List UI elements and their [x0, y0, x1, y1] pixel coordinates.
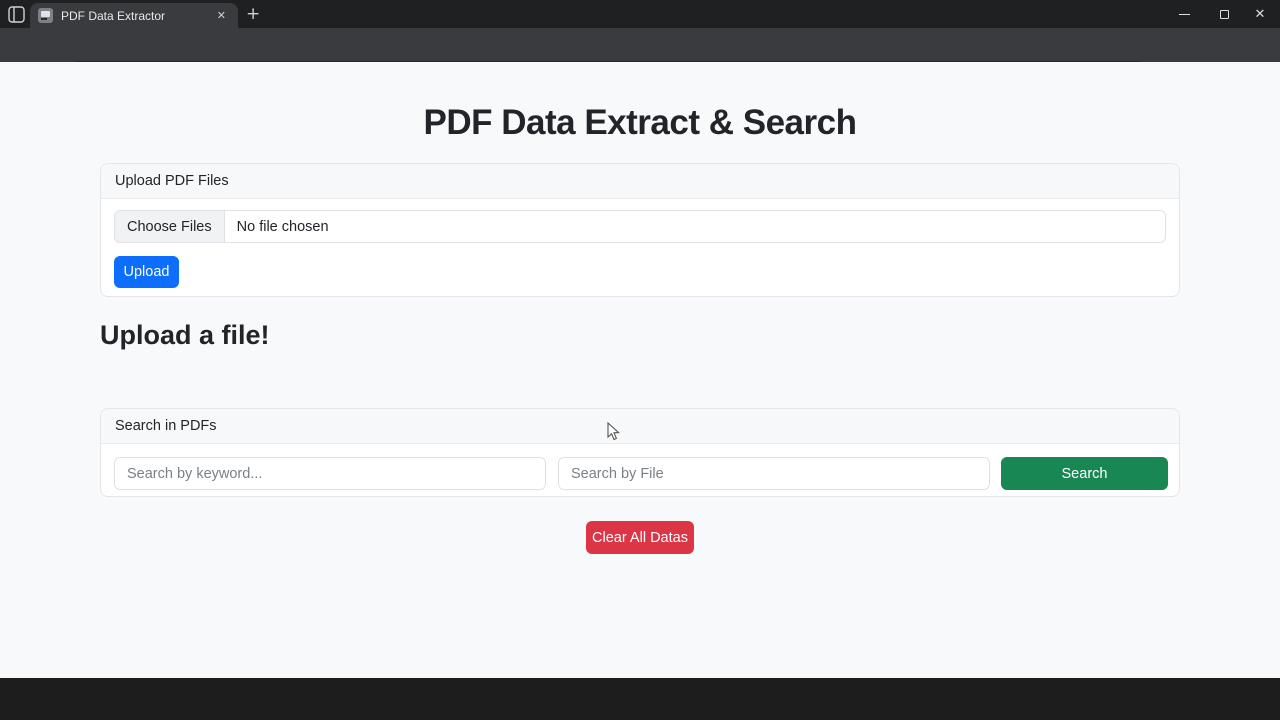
choose-files-button[interactable]: Choose Files	[115, 211, 225, 242]
file-input[interactable]: Choose Files No file chosen	[114, 210, 1166, 243]
file-search-input[interactable]	[558, 457, 990, 490]
clear-all-button[interactable]: Clear All Datas	[586, 521, 694, 554]
upload-card: Upload PDF Files Choose Files No file ch…	[100, 163, 1180, 297]
window-close-button[interactable]: ✕	[1240, 0, 1280, 28]
browser-tab[interactable]: PDF Data Extractor ✕	[30, 3, 238, 28]
new-tab-button[interactable]: +	[246, 6, 260, 23]
tab-close-icon[interactable]: ✕	[213, 7, 230, 24]
search-card-header: Search in PDFs	[101, 409, 1179, 444]
page-title: PDF Data Extract & Search	[423, 103, 857, 142]
upload-button[interactable]: Upload	[114, 256, 179, 288]
status-heading: Upload a file!	[100, 320, 270, 350]
screen: PDF Data Extractor ✕ + ✕ ← ↻ ⓘ 127.0.0.1…	[0, 0, 1280, 720]
page-content: PDF Data Extract & Search Upload PDF Fil…	[0, 62, 1280, 678]
window-restore-button[interactable]	[1204, 0, 1244, 28]
upload-card-header: Upload PDF Files	[101, 164, 1179, 199]
tab-favicon-icon	[38, 8, 53, 23]
no-file-chosen-text: No file chosen	[236, 218, 329, 235]
mouse-cursor	[607, 422, 620, 441]
browser-titlebar: PDF Data Extractor ✕ + ✕	[0, 0, 1280, 28]
taskbar: 1 24°C Mostly cloudy Search	[0, 678, 1280, 720]
tab-actions-icon[interactable]	[8, 6, 25, 23]
window-minimize-button[interactable]	[1164, 0, 1204, 28]
browser-toolbar: ← ↻ ⓘ 127.0.0.1 :5000 ☆ ⋯	[0, 28, 1280, 86]
search-card: Search in PDFs Search	[100, 408, 1180, 497]
search-button[interactable]: Search	[1001, 457, 1168, 490]
keyword-search-input[interactable]	[114, 457, 546, 490]
tab-title: PDF Data Extractor	[61, 8, 166, 23]
